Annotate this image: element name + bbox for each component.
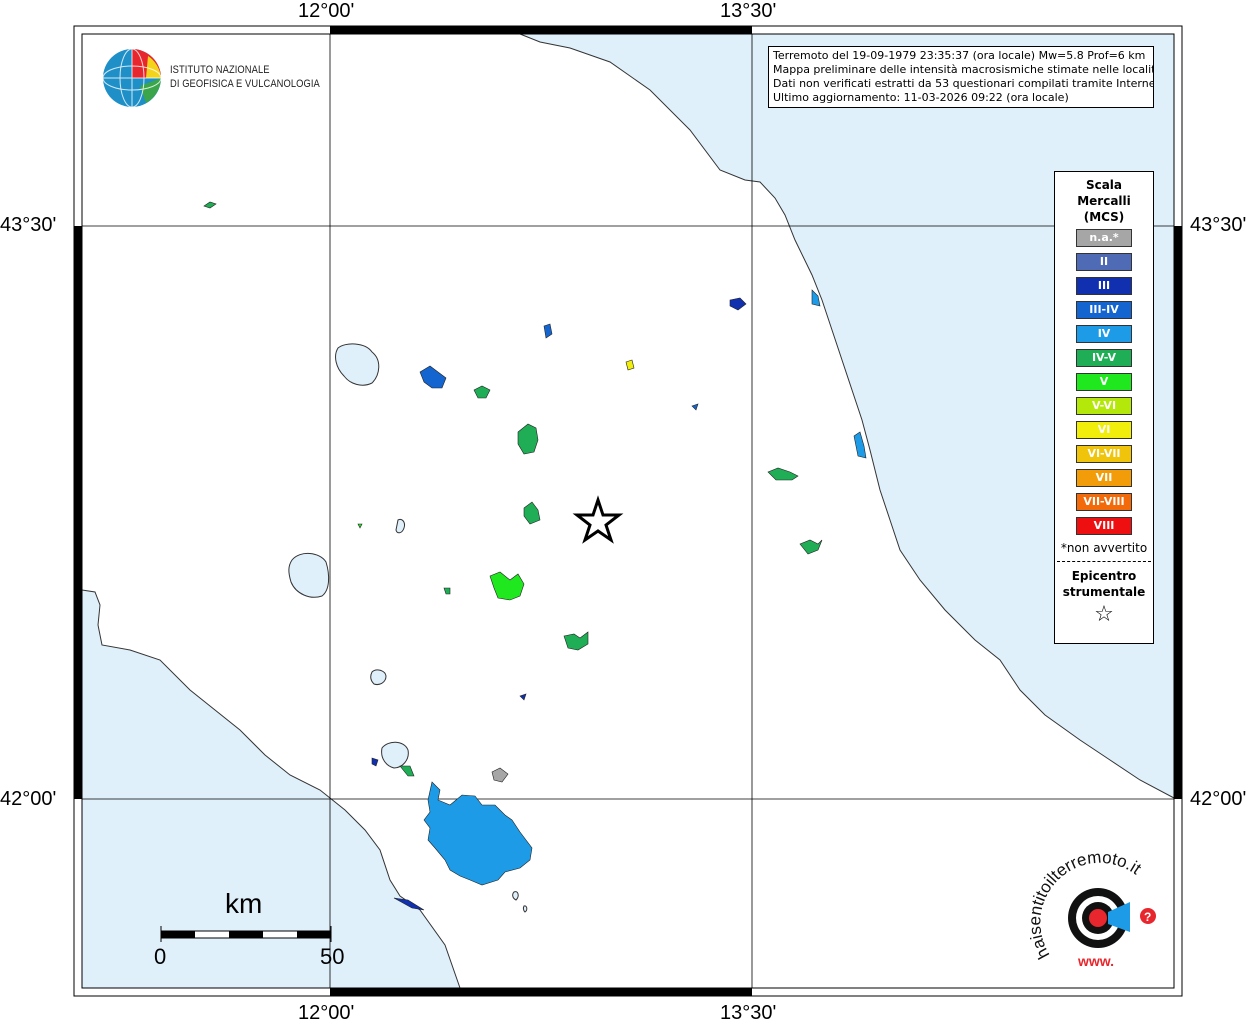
legend-title: Scala Mercalli (MCS)	[1077, 178, 1131, 224]
info-line-1: Terremoto del 19-09-1979 23:35:37 (ora l…	[773, 49, 1146, 62]
scale-unit: km	[225, 888, 263, 919]
legend-item: IV	[1076, 325, 1132, 343]
legend-item: VI-VII	[1076, 445, 1132, 463]
lake-small-1	[512, 891, 519, 901]
ingv-globe-icon	[102, 48, 162, 108]
legend-item: III	[1076, 277, 1132, 295]
legend-item: III-IV	[1076, 301, 1132, 319]
lon-label-top-1: 12°00'	[298, 0, 355, 22]
legend-separator	[1057, 561, 1151, 562]
legend-item: n.a.*	[1076, 229, 1132, 247]
lon-label-top-2: 13°30'	[720, 0, 777, 22]
legend-item: VII	[1076, 469, 1132, 487]
legend-item: VI	[1076, 421, 1132, 439]
legend-epicenter-star-icon: ☆	[1094, 602, 1114, 627]
info-line-4: Ultimo aggiornamento: 11-03-2026 09:22 (…	[773, 91, 1069, 104]
info-line-3: Dati non verificati estratti da 53 quest…	[773, 77, 1154, 90]
lake-vico	[370, 669, 387, 685]
scale-start: 0	[154, 944, 167, 969]
lon-label-bottom-2: 13°30'	[720, 1002, 777, 1024]
info-line-2: Mappa preliminare delle intensità macros…	[773, 63, 1154, 76]
legend-note: *non avvertito	[1060, 541, 1148, 555]
mcs-legend: Scala Mercalli (MCS) n.a.* II III III-IV IV I…	[1054, 171, 1154, 644]
haisentito-logo: ? haisentitoilterremoto.it www.	[1030, 850, 1156, 969]
ingv-name-line2: DI GEOFISICA E VULCANOLOGIA	[170, 78, 320, 90]
lat-label-left-2: 42°00'	[0, 788, 57, 810]
legend-item: VII-VIII	[1076, 493, 1132, 511]
legend-epicenter-label: Epicentro strumentale	[1062, 569, 1146, 599]
lake-small-2	[522, 905, 528, 913]
lon-label-bottom-1: 12°00'	[298, 1002, 355, 1024]
legend-item: II	[1076, 253, 1132, 271]
lat-label-right-1: 43°30'	[1190, 214, 1247, 236]
legend-item: IV-V	[1076, 349, 1132, 367]
scale-end: 50	[320, 944, 345, 969]
ingv-name-line1: ISTITUTO NAZIONALE	[170, 64, 270, 76]
lat-label-right-2: 42°00'	[1190, 788, 1247, 810]
lat-label-left-1: 43°30'	[0, 214, 57, 236]
svg-text:?: ?	[1144, 910, 1151, 924]
haisentito-www: www.	[1077, 953, 1114, 969]
legend-item: V-VI	[1076, 397, 1132, 415]
earthquake-info-box: Terremoto del 19-09-1979 23:35:37 (ora l…	[768, 46, 1154, 108]
legend-item: V	[1076, 373, 1132, 391]
legend-items: n.a.* II III III-IV IV IV-V V V-VI VI VI-VII VII VI…	[1055, 229, 1153, 535]
legend-item: VIII	[1076, 517, 1132, 535]
